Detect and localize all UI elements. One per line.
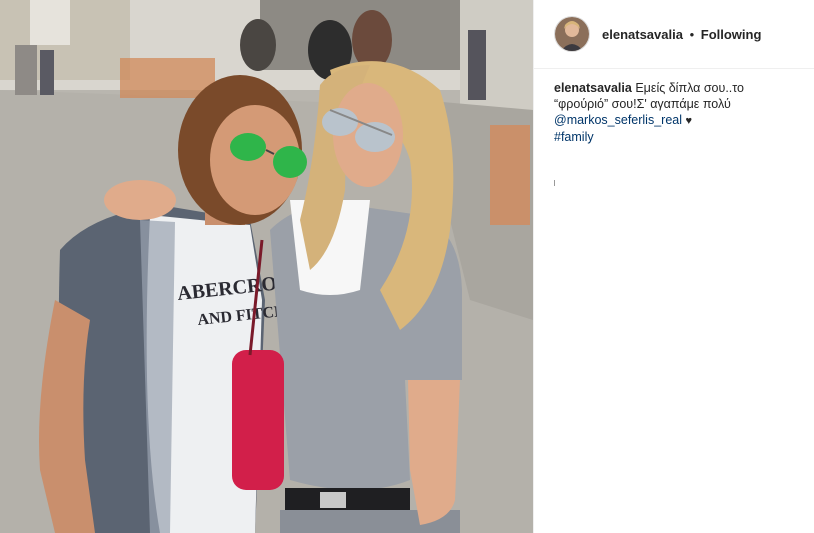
caption-line2: “φρούριό” σου!Σ' αγαπάμε πολύ	[554, 97, 731, 111]
post-photo[interactable]: ABERCROMB AND FITCH	[0, 0, 533, 533]
separator-dot: •	[689, 26, 695, 42]
profile-avatar[interactable]	[554, 16, 590, 52]
post-header: elenatsavalia • Following	[534, 0, 814, 69]
username-link[interactable]: elenatsavalia	[602, 27, 683, 42]
heart-icon: ♥	[685, 115, 693, 127]
avatar-image-icon	[555, 17, 589, 51]
caption-username[interactable]: elenatsavalia	[554, 81, 632, 95]
caption-hashtag-link[interactable]: #family	[554, 130, 594, 144]
following-button[interactable]: Following	[701, 27, 762, 42]
caption-mention-link[interactable]: @markos_seferlis_real	[554, 113, 682, 127]
post-sidebar: elenatsavalia • Following elenatsavalia …	[533, 0, 814, 533]
post-caption: elenatsavalia Εμείς δίπλα σου..το “φρούρ…	[534, 69, 814, 145]
caption-line1: Εμείς δίπλα σου..το	[635, 81, 744, 95]
caption-cursor-mark	[554, 180, 555, 186]
post-photo-illustration: ABERCROMB AND FITCH	[0, 0, 533, 533]
header-text: elenatsavalia • Following	[602, 27, 761, 42]
instagram-post: ABERCROMB AND FITCH elenatsavalia • Foll…	[0, 0, 814, 533]
